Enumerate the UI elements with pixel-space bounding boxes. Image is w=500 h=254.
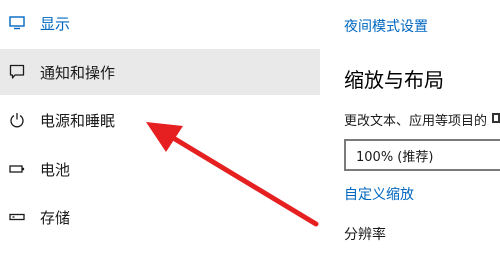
sidebar-item-label: 电源和睡眠 bbox=[40, 111, 116, 130]
scale-dropdown[interactable]: 100% (推荐) bbox=[344, 139, 500, 171]
sidebar-item-notifications[interactable]: 通知和操作 bbox=[0, 49, 320, 95]
custom-scaling-link[interactable]: 自定义缩放 bbox=[344, 184, 414, 204]
resolution-label: 分辨率 bbox=[344, 227, 386, 243]
battery-icon bbox=[8, 160, 26, 178]
sidebar-item-label: 通知和操作 bbox=[40, 63, 116, 82]
sidebar: 显示 通知和操作 电源和睡眠 电池 存储 bbox=[0, 0, 320, 254]
scale-dropdown-value: 100% (推荐) bbox=[356, 149, 434, 165]
night-mode-settings-link[interactable]: 夜间模式设置 bbox=[344, 16, 428, 36]
sidebar-item-display[interactable]: 显示 bbox=[0, 0, 320, 46]
scale-field-label: 更改文本、应用等项目的 bbox=[344, 114, 488, 129]
sidebar-item-battery[interactable]: 电池 bbox=[0, 146, 320, 192]
notification-icon bbox=[8, 63, 26, 81]
storage-icon bbox=[8, 208, 26, 226]
sidebar-item-storage[interactable]: 存储 bbox=[0, 194, 320, 240]
truncated-text-box bbox=[492, 113, 500, 123]
sidebar-item-power-sleep[interactable]: 电源和睡眠 bbox=[0, 97, 320, 143]
settings-window: 显示 通知和操作 电源和睡眠 电池 存储 夜间模式设置 缩放与布局 更改文本、应… bbox=[0, 0, 500, 254]
sidebar-item-label: 存储 bbox=[40, 208, 71, 227]
scale-layout-heading: 缩放与布局 bbox=[344, 68, 444, 92]
display-icon bbox=[8, 14, 26, 32]
content-pane: 夜间模式设置 缩放与布局 更改文本、应用等项目的 100% (推荐) 自定义缩放… bbox=[320, 0, 500, 254]
power-icon bbox=[8, 111, 26, 129]
sidebar-item-label: 显示 bbox=[40, 14, 71, 33]
sidebar-item-label: 电池 bbox=[40, 160, 71, 179]
